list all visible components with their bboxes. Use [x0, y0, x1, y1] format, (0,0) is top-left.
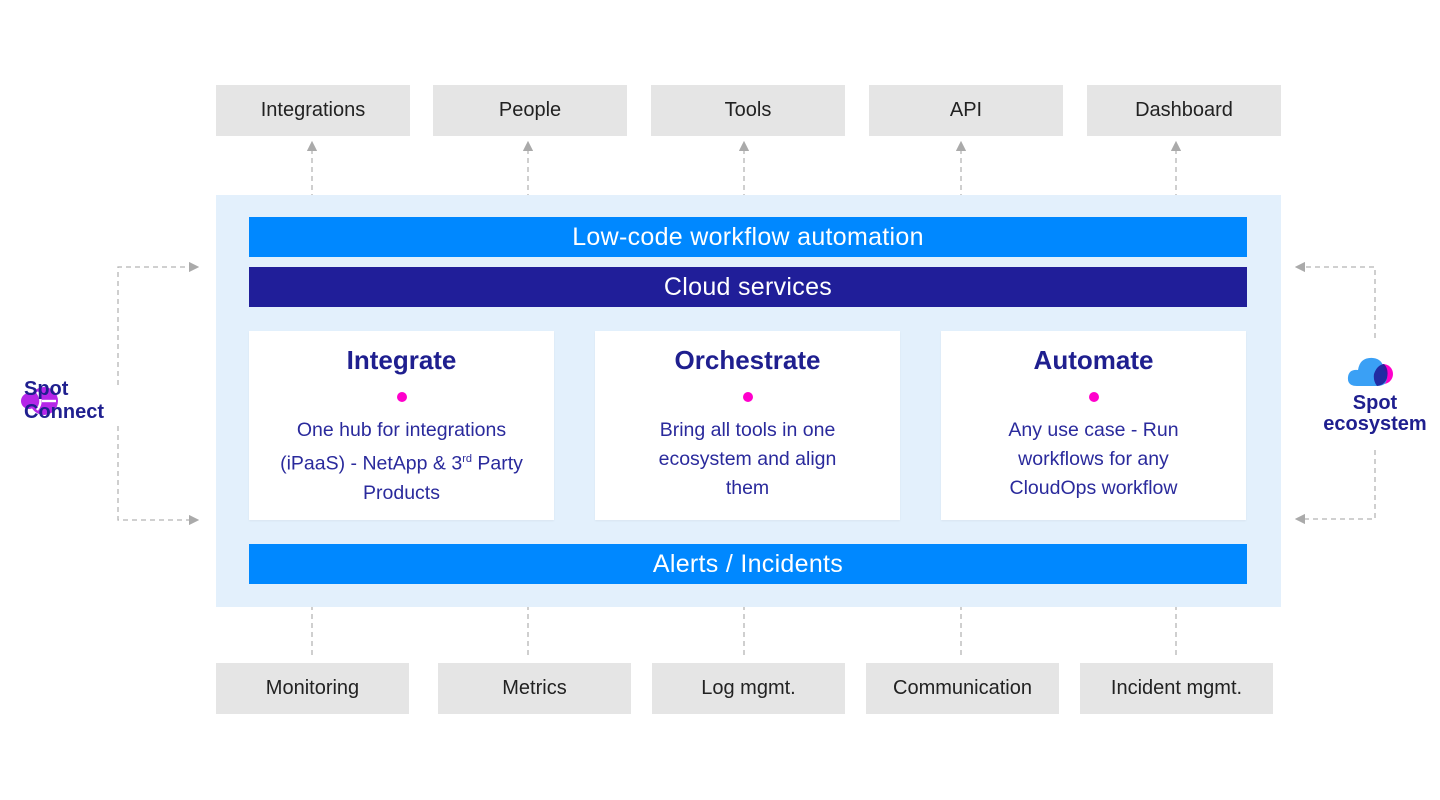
output-integrations: Integrations — [216, 85, 410, 136]
left-bracket-top — [117, 261, 200, 385]
spot-ecosystem-label-line1: Spot — [1352, 392, 1398, 414]
output-api: API — [869, 85, 1063, 136]
output-people: People — [433, 85, 627, 136]
spot-connect-brand: Spot Connect — [20, 378, 104, 423]
input-log-mgmt: Log mgmt. — [652, 663, 845, 714]
card-description: Bring all tools in one ecosystem and ali… — [658, 419, 837, 499]
input-communication: Communication — [866, 663, 1059, 714]
output-tools: Tools — [651, 85, 845, 136]
card-description: One hub for integrations (iPaaS) - NetAp… — [280, 419, 523, 504]
layer-cloud-services: Cloud services — [249, 267, 1247, 307]
card-description: Any use case - Run workflows for any Clo… — [1008, 419, 1179, 499]
bullet-dot-icon — [742, 392, 753, 402]
card-orchestrate: Orchestrate Bring all tools in one ecosy… — [595, 331, 900, 520]
card-title: Automate — [1033, 345, 1154, 375]
layer-alerts-incidents: Alerts / Incidents — [249, 544, 1247, 584]
card-title: Integrate — [346, 345, 457, 375]
card-automate: Automate Any use case - Run workflows fo… — [941, 331, 1246, 520]
input-monitoring: Monitoring — [216, 663, 409, 714]
card-title: Orchestrate — [674, 345, 821, 375]
output-dashboard: Dashboard — [1087, 85, 1281, 136]
input-incident-mgmt: Incident mgmt. — [1080, 663, 1273, 714]
spot-ecosystem-label-line2: ecosystem — [1323, 413, 1427, 435]
left-bracket-bottom — [117, 426, 200, 526]
bullet-dot-icon — [1088, 392, 1099, 402]
cloud-ecosystem-icon — [1347, 357, 1393, 386]
right-bracket-top — [1294, 261, 1376, 338]
spot-connect-label: Spot Connect — [24, 378, 104, 423]
right-bracket-bottom — [1294, 450, 1376, 525]
bullet-dot-icon — [396, 392, 407, 402]
spot-ecosystem-brand: Spot ecosystem — [1312, 352, 1438, 435]
input-metrics: Metrics — [438, 663, 631, 714]
layer-low-code-automation: Low-code workflow automation — [249, 217, 1247, 257]
card-integrate: Integrate One hub for integrations (iPaa… — [249, 331, 554, 520]
